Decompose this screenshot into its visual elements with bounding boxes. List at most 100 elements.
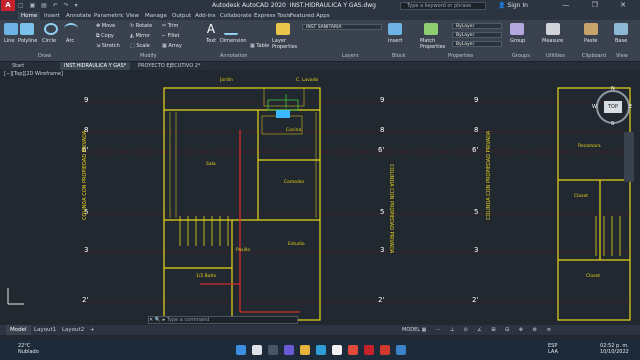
view-panel-label[interactable]: View <box>616 53 628 59</box>
window-controls[interactable]: — ❐ ✕ <box>562 0 636 11</box>
move-button[interactable]: ✥ Move <box>96 23 115 29</box>
table-button[interactable]: ▦ Table <box>250 43 269 49</box>
rotate-button[interactable]: ↻ Rotate <box>130 23 152 29</box>
tab-parametric[interactable]: Parametric <box>94 12 124 20</box>
chrome-icon[interactable] <box>348 345 358 355</box>
autocad-logo[interactable]: A <box>1 0 15 11</box>
search-input[interactable]: Type a keyword or phrase <box>400 2 486 10</box>
windows-start-icon[interactable] <box>236 345 246 355</box>
file-tab-start[interactable]: Start <box>8 62 28 70</box>
viewcube-w[interactable]: W <box>592 104 597 110</box>
insert-button[interactable]: Insert <box>388 38 402 44</box>
circle-icon[interactable] <box>44 23 58 35</box>
tab-featured-apps[interactable]: Featured Apps <box>290 12 330 20</box>
group-icon[interactable] <box>510 23 524 35</box>
edge-icon[interactable] <box>316 345 326 355</box>
trim-button[interactable]: ✂ Trim <box>162 23 178 29</box>
layout-tab-model[interactable]: Model <box>6 325 31 335</box>
room-label: Recamara <box>578 144 601 149</box>
tab-output[interactable]: Output <box>172 12 191 20</box>
tab-annotate[interactable]: Annotate <box>66 12 91 20</box>
dimension-icon[interactable] <box>224 23 238 35</box>
tab-express-tools[interactable]: Express Tools <box>254 12 291 20</box>
match-properties-button[interactable]: Match Properties <box>420 38 446 50</box>
text-icon[interactable]: A <box>204 23 218 35</box>
viewcube-n[interactable]: N <box>611 86 615 92</box>
modify-panel-label[interactable]: Modify <box>140 53 157 59</box>
file-explorer-icon[interactable] <box>300 345 310 355</box>
insert-icon[interactable] <box>388 23 402 35</box>
navigation-bar[interactable] <box>624 132 634 182</box>
grid-bubble-right: 5 <box>474 208 479 216</box>
layers-panel-label[interactable]: Layers <box>342 53 359 59</box>
array-button[interactable]: ▦ Array <box>162 43 182 49</box>
tab-addins[interactable]: Add-ins <box>195 12 216 20</box>
language-indicator[interactable]: ESP LAA <box>548 343 558 355</box>
text-button[interactable]: Text <box>206 38 216 44</box>
arc-icon[interactable] <box>64 23 78 35</box>
tab-home[interactable]: Home <box>18 12 41 20</box>
file-tab-inst-hidraulica[interactable]: INST.HIDRAULICA Y GAS* <box>60 62 131 70</box>
layer-properties-icon[interactable] <box>276 23 290 35</box>
file-tab-proyecto[interactable]: PROYECTO EJECUTIVO 2* <box>134 62 204 70</box>
color-combo[interactable]: ByLayer <box>452 23 502 29</box>
paste-button[interactable]: Paste <box>584 38 598 44</box>
draw-panel-label[interactable]: Draw <box>38 53 51 59</box>
weather-widget[interactable]: 22°C Nublado <box>18 343 39 355</box>
line-button[interactable]: Line <box>4 38 14 44</box>
viewcube[interactable]: TOP N S W E <box>592 86 632 127</box>
copy-button[interactable]: ⧉ Copy <box>96 33 114 39</box>
lineweight-combo[interactable]: ByLayer <box>452 41 502 47</box>
word-icon[interactable] <box>396 345 406 355</box>
layer-properties-button[interactable]: Layer Properties <box>272 38 298 50</box>
command-line[interactable]: ✕ 🔍 ▸ Type a command <box>148 316 298 324</box>
linetype-combo[interactable]: ByLayer <box>452 32 502 38</box>
group-button[interactable]: Group <box>510 38 525 44</box>
layer-combo[interactable]: INST SANITARIA <box>302 24 382 30</box>
taskbar-clock[interactable]: 02:52 p. m. 10/10/2022 <box>600 343 629 355</box>
search-icon[interactable] <box>252 345 262 355</box>
circle-button[interactable]: Circle <box>42 38 56 44</box>
viewcube-e[interactable]: E <box>629 104 632 110</box>
utilities-panel-label[interactable]: Utilities <box>546 53 565 59</box>
model-space-toggle[interactable]: MODEL <box>402 327 420 333</box>
mirror-button[interactable]: ◭ Mirror <box>130 33 150 39</box>
new-layout-button[interactable]: + <box>86 325 99 335</box>
tab-insert[interactable]: Insert <box>44 12 60 20</box>
block-panel-label[interactable]: Block <box>392 53 406 59</box>
quick-access-toolbar[interactable]: ▢ ▣ ▤ ↶ ↷ ▾ <box>18 0 80 11</box>
stretch-button[interactable]: ⇲ Stretch <box>96 43 120 49</box>
annotation-panel-label[interactable]: Annotation <box>220 53 247 59</box>
fillet-button[interactable]: ⌐ Fillet <box>162 33 180 39</box>
paste-icon[interactable] <box>584 23 598 35</box>
polyline-button[interactable]: Polyline <box>18 38 37 44</box>
status-toggles[interactable]: ▦ ⋯ ⟂ ⊙ ∠ ⊞ ⊟ ✜ ⚙ ≡ <box>422 327 555 333</box>
viewcube-s[interactable]: S <box>611 121 614 127</box>
scale-button[interactable]: ⬚ Scale <box>130 43 150 49</box>
store-icon[interactable] <box>332 345 342 355</box>
dimension-button[interactable]: Dimension <box>220 38 247 44</box>
arc-button[interactable]: Arc <box>66 38 74 44</box>
sign-in-link[interactable]: 👤 Sign In <box>498 0 528 11</box>
tab-view[interactable]: View <box>126 12 139 20</box>
match-properties-icon[interactable] <box>424 23 438 35</box>
base-view-icon[interactable] <box>614 23 628 35</box>
layout-tab-layout1[interactable]: Layout1 <box>30 325 60 335</box>
line-icon[interactable] <box>4 23 18 35</box>
pdf-icon[interactable] <box>380 345 390 355</box>
viewcube-top-face[interactable]: TOP <box>604 101 622 113</box>
autocad-taskbar-icon[interactable] <box>364 345 374 355</box>
tab-collaborate[interactable]: Collaborate <box>220 12 252 20</box>
drawing-viewport[interactable]: [−][Top][2D Wireframe] 9 8 6' 5 3 2' 9 8… <box>0 70 640 325</box>
properties-panel-label[interactable]: Properties <box>448 53 473 59</box>
polyline-icon[interactable] <box>20 23 34 35</box>
measure-button[interactable]: Measure <box>542 38 563 44</box>
teams-icon[interactable] <box>284 345 294 355</box>
layout-tab-layout2[interactable]: Layout2 <box>58 325 88 335</box>
task-view-icon[interactable] <box>268 345 278 355</box>
base-button[interactable]: Base <box>615 38 627 44</box>
tab-manage[interactable]: Manage <box>145 12 167 20</box>
measure-icon[interactable] <box>546 23 560 35</box>
groups-panel-label[interactable]: Groups <box>512 53 530 59</box>
clipboard-panel-label[interactable]: Clipboard <box>582 53 606 59</box>
